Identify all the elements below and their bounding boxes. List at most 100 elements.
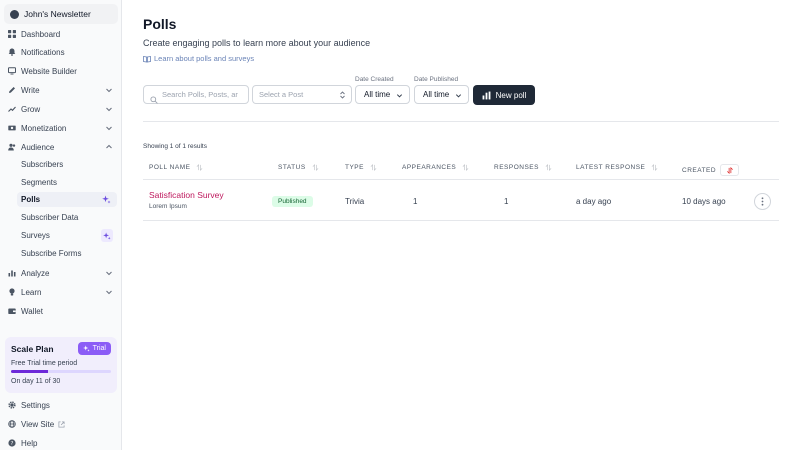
new-poll-button[interactable]: New poll [473, 85, 535, 105]
sort-icon[interactable] [545, 164, 552, 171]
sidebar-item-label: Surveys [21, 231, 50, 240]
date-published-label: Date Published [414, 76, 459, 83]
table-row[interactable]: Satisfication Survey Lorem Ipsum Publish… [143, 181, 779, 221]
sidebar-item-analyze[interactable]: Analyze [0, 265, 122, 281]
sparkle-icon [82, 345, 90, 352]
new-poll-label: New poll [495, 90, 527, 100]
sort-icon[interactable] [312, 164, 319, 171]
banknote-icon [8, 124, 16, 132]
sidebar-subitem-subscriber-data[interactable]: Subscriber Data [17, 210, 117, 225]
trial-day-text: On day 11 of 30 [11, 378, 61, 385]
sidebar-item-dashboard[interactable]: Dashboard [0, 26, 122, 42]
sidebar-item-label: Grow [21, 104, 41, 114]
learn-polls-link[interactable]: Learn about polls and surveys [143, 54, 254, 63]
sidebar-subitem-subscribers[interactable]: Subscribers [17, 157, 117, 172]
sidebar-item-wallet[interactable]: Wallet [0, 303, 122, 319]
column-header-responses[interactable]: RESPONSES [494, 164, 552, 171]
chevron-down-icon[interactable] [105, 288, 113, 296]
sidebar-item-label: Learn [21, 287, 42, 297]
learn-link-label: Learn about polls and surveys [154, 54, 255, 63]
sidebar-item-label: Monetization [21, 123, 67, 133]
search-input[interactable] [162, 90, 242, 99]
date-created-dropdown[interactable]: All time [355, 85, 410, 104]
poll-appearances: 1 [413, 197, 418, 206]
publication-name: John's Newsletter [24, 9, 91, 19]
svg-text:?: ? [11, 441, 14, 447]
publication-switcher[interactable]: John's Newsletter [4, 4, 118, 24]
chevron-down-icon[interactable] [105, 86, 113, 94]
poll-created: 10 days ago [682, 197, 726, 206]
trend-up-icon [8, 105, 16, 113]
column-header-poll-name[interactable]: POLL NAME [149, 164, 203, 171]
sidebar-item-label: Segments [21, 178, 58, 187]
date-published-dropdown[interactable]: All time [414, 85, 469, 104]
sidebar-subitem-subscribe-forms[interactable]: Subscribe Forms [17, 246, 117, 261]
sidebar-subitem-polls[interactable]: Polls [17, 192, 117, 207]
users-icon [8, 143, 16, 151]
chevron-down-icon [455, 92, 462, 99]
chevron-up-icon[interactable] [105, 143, 113, 151]
sidebar-item-help[interactable]: ? Help [0, 435, 122, 450]
sort-icon[interactable] [462, 164, 469, 171]
sort-icon[interactable] [651, 164, 658, 171]
sidebar-item-write[interactable]: Write [0, 82, 122, 98]
sidebar-item-grow[interactable]: Grow [0, 101, 122, 117]
trial-badge-label: Trial [92, 345, 106, 352]
sidebar-item-notifications[interactable]: Notifications [0, 44, 122, 60]
more-options-button[interactable] [754, 193, 771, 210]
column-header-latest-response[interactable]: LATEST RESPONSE [576, 164, 658, 171]
search-icon [150, 91, 158, 104]
table-header: POLL NAME STATUS TYPE APPEARANCES RESPON… [143, 155, 779, 180]
poll-type: Trivia [345, 197, 365, 206]
avatar [10, 9, 19, 19]
sidebar-subitem-segments[interactable]: Segments [17, 175, 117, 190]
column-label: STATUS [278, 164, 306, 171]
chevron-down-icon[interactable] [105, 105, 113, 113]
sidebar-item-label: Dashboard [21, 29, 61, 39]
column-header-appearances[interactable]: APPEARANCES [402, 164, 469, 171]
main-content: Polls Create engaging polls to learn mor… [122, 0, 800, 450]
sidebar-item-label: Write [21, 85, 40, 95]
trial-progress-fill [11, 370, 48, 373]
book-icon [143, 55, 151, 63]
trial-progress-bar [11, 370, 111, 373]
sort-active-icon[interactable] [720, 164, 740, 176]
search-field[interactable] [143, 85, 249, 104]
sidebar-item-label: Website Builder [21, 66, 77, 76]
plan-subtitle: Free Trial time period [11, 360, 78, 367]
column-header-type[interactable]: TYPE [345, 164, 377, 171]
bell-icon [8, 48, 16, 56]
page-subtitle: Create engaging polls to learn more abou… [143, 38, 371, 48]
sidebar-item-monetization[interactable]: Monetization [0, 120, 122, 136]
sidebar-item-label: Subscriber Data [21, 213, 79, 222]
sidebar-item-website-builder[interactable]: Website Builder [0, 63, 122, 79]
sort-icon[interactable] [196, 164, 203, 171]
monitor-icon [8, 67, 16, 75]
trial-badge[interactable]: Trial [77, 342, 111, 355]
date-created-value: All time [364, 90, 391, 99]
plan-card[interactable]: Scale Plan Trial Free Trial time period … [5, 337, 117, 393]
chevron-down-icon[interactable] [105, 269, 113, 277]
post-select[interactable]: Select a Post [252, 85, 352, 104]
wallet-icon [8, 307, 16, 315]
globe-icon [8, 420, 16, 428]
chevron-down-icon[interactable] [105, 124, 113, 132]
sidebar-item-label: Polls [21, 195, 41, 204]
poll-name-link[interactable]: Satisfication Survey [149, 190, 224, 200]
sidebar-item-label: Subscribers [21, 160, 64, 169]
column-header-created[interactable]: CREATED [682, 164, 740, 176]
sort-icon[interactable] [370, 164, 377, 171]
sidebar-item-label: Help [21, 438, 38, 448]
column-label: CREATED [682, 166, 717, 174]
chevron-up-down-icon [339, 91, 346, 99]
sidebar-item-learn[interactable]: Learn [0, 284, 122, 300]
column-header-status[interactable]: STATUS [278, 164, 319, 171]
column-label: POLL NAME [149, 164, 191, 171]
sidebar-item-audience[interactable]: Audience [0, 139, 122, 155]
poll-latest-response: a day ago [576, 197, 612, 206]
sidebar-item-label: Subscribe Forms [21, 249, 82, 258]
sidebar-item-view-site[interactable]: View Site [0, 416, 122, 432]
sidebar-item-settings[interactable]: Settings [0, 397, 122, 413]
sparkle-icon [102, 195, 111, 204]
sidebar-subitem-surveys[interactable]: Surveys [17, 228, 117, 243]
